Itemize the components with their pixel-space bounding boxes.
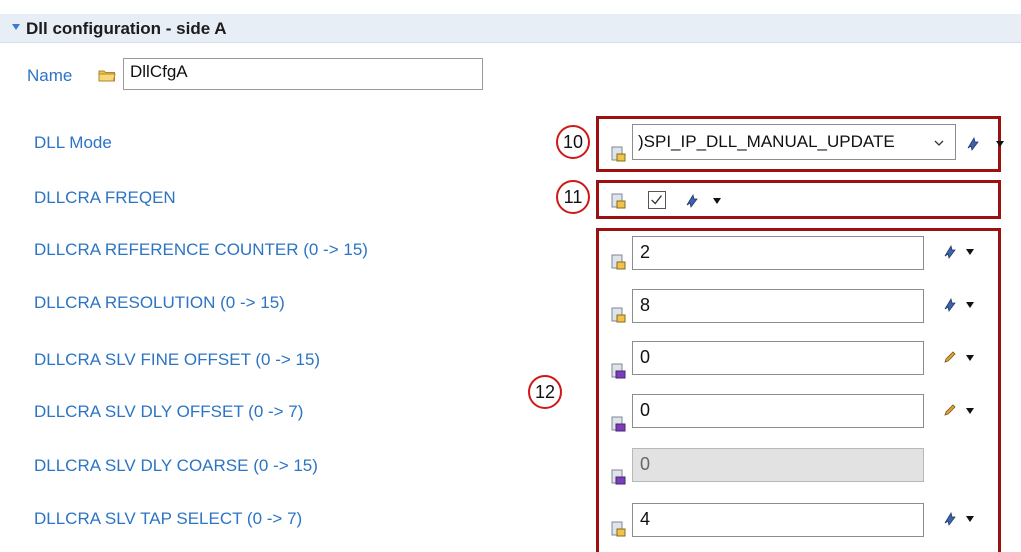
callout-number-11: 11 <box>556 180 590 214</box>
dll-mode-label: DLL Mode <box>34 133 112 152</box>
name-input[interactable]: DllCfgA <box>123 58 483 90</box>
checkmark-icon <box>651 195 662 205</box>
config-class-icon <box>611 193 626 209</box>
config-class-icon <box>611 146 626 162</box>
folder-icon[interactable] <box>98 68 116 82</box>
user-defined-icon <box>611 363 626 379</box>
dllcra-slv-fine-offset-input[interactable]: 0 <box>632 341 924 375</box>
dllcra-freqen-checkbox[interactable] <box>648 191 666 209</box>
callout-number-12: 12 <box>528 375 562 409</box>
pencil-icon[interactable] <box>942 349 958 365</box>
pencil-icon[interactable] <box>942 402 958 418</box>
user-defined-icon <box>611 416 626 432</box>
section-title: Dll configuration - side A <box>26 19 227 38</box>
calculated-mode-icon[interactable] <box>942 243 958 259</box>
chevron-down-icon[interactable] <box>934 139 944 147</box>
config-class-icon <box>611 521 626 537</box>
dllcra-slv-tap-select-input[interactable]: 4 <box>632 503 924 537</box>
dllcra-resolution-menu-arrow[interactable] <box>966 302 974 308</box>
calculated-mode-icon[interactable] <box>965 135 981 151</box>
dllcra-slv-fine-offset-menu-arrow[interactable] <box>966 355 974 361</box>
dll-mode-select[interactable]: )SPI_IP_DLL_MANUAL_UPDATE <box>632 124 956 160</box>
calculated-mode-icon[interactable] <box>942 296 958 312</box>
dllcra-freqen-menu-arrow[interactable] <box>713 198 721 204</box>
calculated-mode-icon[interactable] <box>684 192 700 208</box>
dllcra-reference-counter-menu-arrow[interactable] <box>966 249 974 255</box>
dllcra-slv-tap-select-menu-arrow[interactable] <box>966 516 974 522</box>
dllcra-reference-counter-label: DLLCRA REFERENCE COUNTER (0 -> 15) <box>34 240 368 259</box>
dllcra-resolution-label: DLLCRA RESOLUTION (0 -> 15) <box>34 293 285 312</box>
dllcra-resolution-input[interactable]: 8 <box>632 289 924 323</box>
dllcra-slv-dly-offset-menu-arrow[interactable] <box>966 408 974 414</box>
dllcra-slv-dly-offset-input[interactable]: 0 <box>632 394 924 428</box>
section-header[interactable]: Dll configuration - side A <box>0 14 1021 43</box>
dllcra-freqen-label: DLLCRA FREQEN <box>34 188 176 207</box>
calculated-mode-icon[interactable] <box>942 510 958 526</box>
dllcra-slv-dly-coarse-input: 0 <box>632 448 924 482</box>
user-defined-icon <box>611 469 626 485</box>
dll-mode-menu-arrow[interactable] <box>996 141 1004 147</box>
callout-number-10: 10 <box>556 125 590 159</box>
collapse-arrow-icon[interactable] <box>12 24 20 30</box>
dllcra-slv-fine-offset-label: DLLCRA SLV FINE OFFSET (0 -> 15) <box>34 350 321 369</box>
config-class-icon <box>611 254 626 270</box>
dllcra-slv-dly-coarse-label: DLLCRA SLV DLY COARSE (0 -> 15) <box>34 456 318 475</box>
config-class-icon <box>611 307 626 323</box>
name-label: Name <box>27 66 73 85</box>
dllcra-reference-counter-input[interactable]: 2 <box>632 236 924 270</box>
dllcra-slv-dly-offset-label: DLLCRA SLV DLY OFFSET (0 -> 7) <box>34 402 304 421</box>
dllcra-slv-tap-select-label: DLLCRA SLV TAP SELECT (0 -> 7) <box>34 509 303 528</box>
